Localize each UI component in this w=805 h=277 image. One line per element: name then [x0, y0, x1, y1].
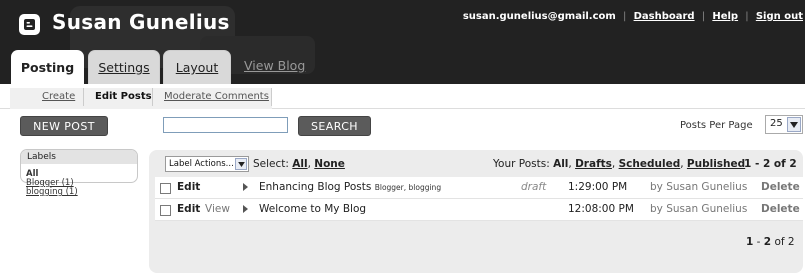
post-checkbox[interactable] — [160, 183, 171, 194]
view-link[interactable]: View — [205, 203, 230, 215]
select-all-link[interactable]: All — [292, 158, 307, 170]
dashboard-link[interactable]: Dashboard — [634, 11, 695, 22]
tab-layout[interactable]: Layout — [163, 50, 231, 84]
posts-per-page-select[interactable]: 25 — [765, 115, 803, 134]
new-post-button[interactable]: NEW POST — [20, 116, 108, 136]
filter-drafts[interactable]: Drafts — [575, 158, 612, 170]
user-email: susan.gunelius@gmail.com — [462, 11, 616, 22]
subnav-create[interactable]: Create — [42, 91, 75, 102]
tab-label: Layout — [175, 60, 219, 75]
post-author: by Susan Gunelius — [650, 203, 748, 215]
blogger-b-icon — [24, 19, 35, 30]
sign-out-link[interactable]: Sign out — [756, 11, 803, 22]
post-time: 12:08:00 PM — [568, 203, 634, 215]
range-start: 1 — [746, 236, 754, 248]
post-labels: Blogger, blogging — [374, 183, 442, 192]
post-time: 1:29:00 PM — [568, 181, 628, 193]
delete-link[interactable]: Delete — [761, 203, 800, 215]
filter-scheduled[interactable]: Scheduled — [619, 158, 681, 170]
pagination-range-top: 1 - 2 of 2 — [744, 158, 797, 170]
posts-per-page-label: Posts Per Page — [680, 120, 753, 131]
post-title[interactable]: Welcome to My Blog — [259, 203, 366, 215]
separator: | — [701, 11, 706, 22]
expand-triangle-icon[interactable] — [243, 183, 248, 191]
chevron-down-icon[interactable] — [235, 158, 247, 170]
expand-triangle-icon[interactable] — [243, 205, 248, 213]
select-controls: Select: All, None — [253, 158, 345, 170]
tab-label: Settings — [98, 60, 150, 75]
table-row[interactable]: Edit Enhancing Blog Posts Blogger, blogg… — [155, 177, 803, 199]
divider — [271, 88, 272, 106]
pagination-range-bottom: 1 - 2 of 2 — [746, 236, 795, 248]
post-title[interactable]: Enhancing Blog Posts — [259, 181, 371, 193]
post-status: draft — [521, 181, 547, 193]
divider — [152, 88, 153, 106]
help-link[interactable]: Help — [712, 11, 738, 22]
separator: | — [623, 11, 627, 22]
chevron-down-icon[interactable] — [787, 117, 801, 132]
separator: | — [745, 11, 749, 22]
posts-per-page-value: 25 — [770, 118, 783, 129]
post-checkbox[interactable] — [160, 205, 171, 216]
post-author: by Susan Gunelius — [650, 181, 748, 193]
divider — [83, 88, 84, 106]
your-posts-label: Your Posts: — [493, 158, 550, 170]
range-end: 2 — [763, 236, 772, 248]
view-blog-link[interactable]: View Blog — [244, 58, 305, 73]
subnav-edit-posts[interactable]: Edit Posts — [95, 91, 152, 102]
subnav-moderate-comments[interactable]: Moderate Comments — [164, 91, 269, 102]
blog-title[interactable]: Susan Gunelius — [52, 10, 230, 34]
blogger-logo-icon[interactable] — [19, 14, 40, 35]
delete-link[interactable]: Delete — [761, 181, 800, 193]
post-title-cell[interactable]: Enhancing Blog Posts Blogger, blogging — [259, 181, 441, 193]
search-input[interactable] — [163, 117, 288, 133]
user-bar: susan.gunelius@gmail.com | Dashboard | H… — [463, 11, 803, 22]
tab-label: Posting — [20, 60, 75, 75]
edit-link[interactable]: Edit — [177, 181, 200, 193]
range-of: of 2 — [774, 236, 795, 248]
tab-posting[interactable]: Posting — [11, 50, 84, 84]
select-none-link[interactable]: None — [314, 158, 345, 170]
table-row[interactable]: Edit View Welcome to My Blog 12:08:00 PM… — [155, 199, 803, 221]
edit-link[interactable]: Edit — [177, 203, 200, 215]
filter-all[interactable]: All — [553, 158, 568, 170]
label-filter-blogging[interactable]: blogging (1) — [26, 187, 78, 197]
filter-published[interactable]: Published — [687, 158, 745, 170]
search-button[interactable]: SEARCH — [298, 116, 371, 136]
labels-title: Labels — [27, 152, 56, 162]
label-actions-value: Label Actions... — [169, 159, 234, 169]
select-prefix: Select: — [253, 158, 289, 170]
tab-settings[interactable]: Settings — [88, 50, 160, 84]
post-filters: Your Posts: All, Drafts, Scheduled, Publ… — [493, 158, 746, 170]
label-actions-select[interactable]: Label Actions... — [165, 156, 249, 172]
